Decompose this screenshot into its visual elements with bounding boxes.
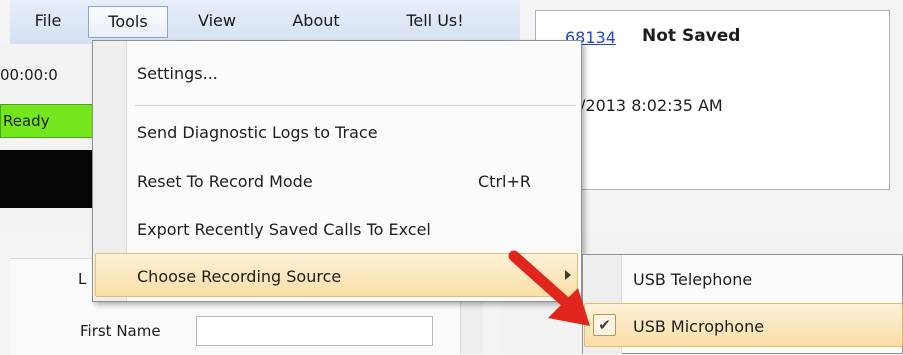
- menu-item-reset-record-mode[interactable]: Reset To Record Mode: [137, 172, 313, 191]
- menu-item-export-calls[interactable]: Export Recently Saved Calls To Excel: [137, 220, 431, 239]
- red-arrow-icon: [508, 250, 590, 326]
- level-meter: [0, 150, 93, 208]
- menu-file[interactable]: File: [20, 6, 76, 38]
- menu-item-send-logs[interactable]: Send Diagnostic Logs to Trace: [137, 123, 378, 142]
- first-name-input[interactable]: [196, 316, 433, 346]
- menu-tell-us[interactable]: Tell Us!: [385, 6, 485, 38]
- submenu-item-usb-telephone[interactable]: USB Telephone: [633, 270, 752, 289]
- submenu-item-usb-microphone[interactable]: USB Microphone: [633, 317, 764, 336]
- menu-separator: [135, 105, 576, 106]
- first-name-label: First Name: [80, 322, 161, 340]
- menu-view[interactable]: View: [182, 6, 252, 38]
- menu-tools[interactable]: Tools: [88, 6, 168, 38]
- timer-display: 00:00:0: [0, 66, 58, 84]
- ready-status: Ready: [0, 104, 93, 138]
- menu-about[interactable]: About: [272, 6, 360, 38]
- call-datetime: /2013 8:02:35 AM: [580, 96, 723, 115]
- menu-bar: File Tools View About Tell Us!: [10, 0, 520, 45]
- menu-item-settings[interactable]: Settings...: [137, 64, 218, 83]
- menu-item-choose-recording-source[interactable]: Choose Recording Source: [137, 267, 341, 286]
- form-label: L: [78, 270, 87, 288]
- save-status: Not Saved: [642, 26, 741, 46]
- shortcut-label: Ctrl+R: [478, 172, 531, 191]
